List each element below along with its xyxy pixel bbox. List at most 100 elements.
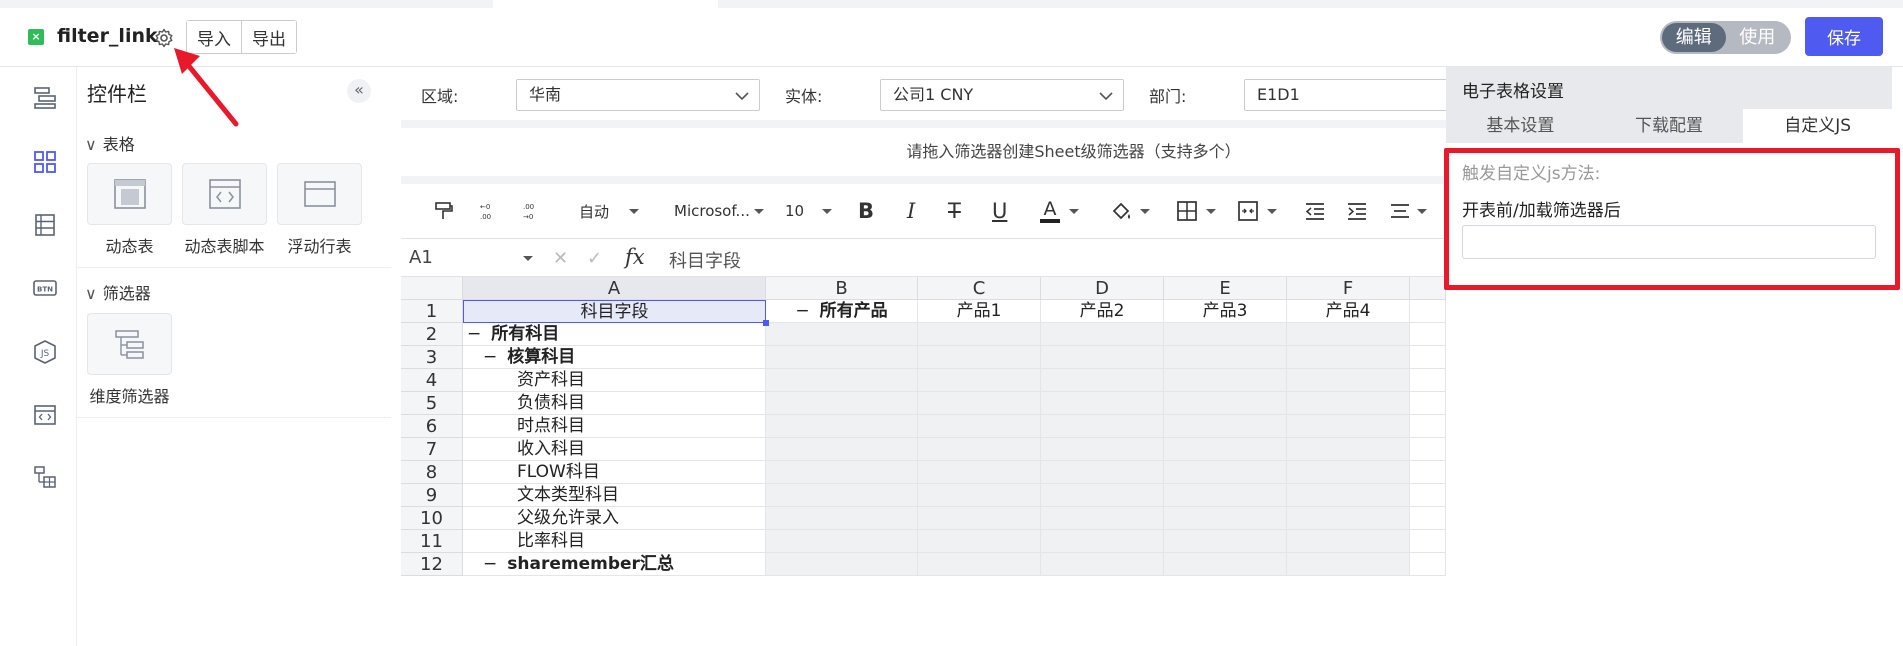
mode-edit-option[interactable]: 编辑 [1662,23,1726,52]
code-window-icon[interactable] [32,402,58,428]
bold-icon[interactable]: B [858,198,874,224]
column-header-a[interactable]: A [463,277,766,300]
layout-icon[interactable] [32,85,58,111]
row-header[interactable]: 2 [401,323,463,346]
confirm-icon[interactable]: ✓ [587,248,602,269]
grid-cell[interactable] [918,507,1041,530]
selection-fill-handle[interactable] [763,320,769,326]
corner-cell[interactable] [401,277,463,300]
grid-cell[interactable] [1287,484,1410,507]
grid-cell[interactable]: 比率科目 [463,530,766,553]
row-header[interactable]: 12 [401,553,463,576]
grid-cell[interactable] [1287,461,1410,484]
grid-cell[interactable] [918,484,1041,507]
grid-cell[interactable] [918,461,1041,484]
grid-cell[interactable] [1410,553,1446,576]
grid-cell[interactable] [1287,323,1410,346]
grid-cell[interactable]: 产品1 [918,300,1041,323]
collapse-icon[interactable]: − [467,323,481,345]
grid-cell[interactable] [1410,346,1446,369]
grid-cell[interactable] [1410,507,1446,530]
caret-down-icon[interactable] [523,253,533,263]
grid-cell[interactable]: 资产科目 [463,369,766,392]
align-icon[interactable] [1389,198,1427,224]
grid-cell[interactable] [1164,530,1287,553]
grid-cell[interactable] [1410,530,1446,553]
grid-cell[interactable] [1041,530,1164,553]
js-icon[interactable]: JS [32,339,58,365]
grid-cell[interactable] [918,415,1041,438]
row-header[interactable]: 11 [401,530,463,553]
grid-cell[interactable] [1164,461,1287,484]
column-header-f[interactable]: F [1287,277,1410,300]
row-header[interactable]: 1 [401,300,463,323]
row-header[interactable]: 5 [401,392,463,415]
row-header[interactable]: 4 [401,369,463,392]
increase-indent-icon[interactable] [1346,198,1368,224]
borders-icon[interactable] [1176,198,1216,224]
row-header[interactable]: 6 [401,415,463,438]
grid-cell[interactable]: FLOW科目 [463,461,766,484]
grid-cell[interactable]: 产品3 [1164,300,1287,323]
column-header-next[interactable] [1410,277,1446,300]
grid-cell[interactable] [1287,530,1410,553]
decrease-indent-icon[interactable] [1304,198,1326,224]
entity-select[interactable]: 公司1 CNY [880,79,1124,111]
grid-cell[interactable]: − sharemember汇总 [463,553,766,576]
region-select[interactable]: 华南 [516,79,760,111]
mode-toggle[interactable]: 编辑 使用 [1660,21,1791,54]
mode-use-option[interactable]: 使用 [1726,23,1790,52]
merge-cells-icon[interactable] [1237,198,1277,224]
list-icon[interactable] [32,212,58,238]
grid-cell[interactable]: − 所有科目 [463,323,766,346]
collapse-icon[interactable]: − [483,346,497,368]
tab-download-config[interactable]: 下载配置 [1595,109,1744,143]
section-table-header[interactable]: ∨ 表格 [85,131,135,155]
format-painter-icon[interactable] [433,198,455,224]
grid-cell[interactable] [766,484,918,507]
grid-cell[interactable] [1041,507,1164,530]
italic-icon[interactable]: I [907,198,915,224]
grid-cell[interactable] [918,369,1041,392]
column-header-b[interactable]: B [766,277,918,300]
tile-dynamic-table[interactable]: 动态表 [87,163,172,257]
row-header[interactable]: 10 [401,507,463,530]
grid-cell[interactable]: 产品2 [1041,300,1164,323]
grid-cell[interactable] [766,369,918,392]
sheet-filter-drop-zone[interactable]: 请拖入筛选器创建Sheet级筛选器（支持多个） [401,128,1446,176]
grid-cell[interactable]: 科目字段 [463,300,766,323]
strikethrough-icon[interactable]: T [948,198,961,224]
grid-cell[interactable] [1164,415,1287,438]
grid-cell[interactable] [1287,415,1410,438]
grid-cell[interactable] [1287,369,1410,392]
font-family-select[interactable]: Microsof... [674,198,764,224]
tab-basic-settings[interactable]: 基本设置 [1446,109,1595,143]
grid-cell[interactable] [766,530,918,553]
grid-cell[interactable] [1410,300,1446,323]
grid-cell[interactable] [1041,461,1164,484]
row-header[interactable]: 3 [401,346,463,369]
grid-cell[interactable] [918,323,1041,346]
grid-cell[interactable] [1287,438,1410,461]
grid-cell[interactable] [1164,553,1287,576]
grid-cell[interactable]: 时点科目 [463,415,766,438]
row-header[interactable]: 8 [401,461,463,484]
grid-cell[interactable] [1287,346,1410,369]
collapse-icon[interactable]: − [483,553,497,575]
tile-dimension-filter[interactable]: 维度筛选器 [87,313,172,407]
cancel-icon[interactable]: ✕ [553,248,568,269]
grid-cell[interactable] [1041,323,1164,346]
fill-color-icon[interactable] [1110,198,1150,224]
underline-icon[interactable]: U [992,198,1007,224]
tab-custom-js[interactable]: 自定义JS [1743,109,1893,143]
save-button[interactable]: 保存 [1805,17,1883,56]
number-format-select[interactable]: 自动 [579,198,640,224]
column-header-d[interactable]: D [1041,277,1164,300]
grid-cell[interactable] [1164,507,1287,530]
grid-cell[interactable] [1164,323,1287,346]
row-header[interactable]: 9 [401,484,463,507]
grid-cell[interactable]: 负债科目 [463,392,766,415]
before-open-js-input[interactable] [1462,225,1876,259]
grid-cell[interactable] [1410,415,1446,438]
grid-cell[interactable] [1287,553,1410,576]
